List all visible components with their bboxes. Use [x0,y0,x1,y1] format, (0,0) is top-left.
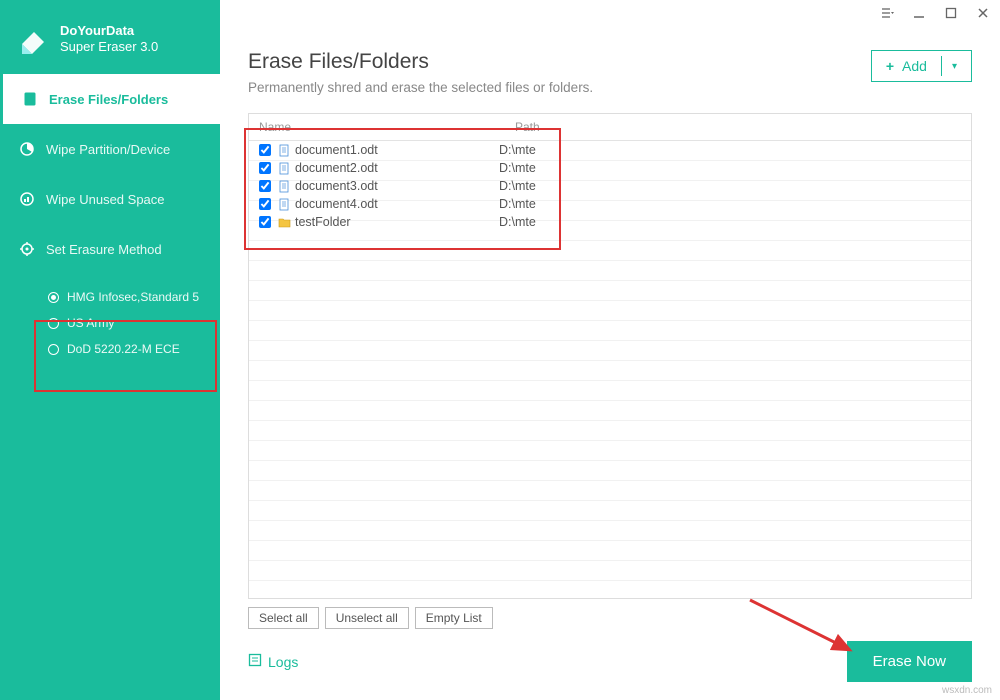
table-row[interactable]: document2.odt D:\mte [249,159,971,177]
page-title: Erase Files/Folders [248,50,593,74]
menu-icon[interactable] [878,4,896,22]
row-name: testFolder [295,213,351,231]
file-icon [21,90,39,108]
brand: DoYourData Super Eraser 3.0 [0,0,220,74]
radio-checked-icon [48,292,59,303]
table-row[interactable]: document3.odt D:\mte [249,177,971,195]
titlebar [220,0,1000,26]
table-row[interactable]: testFolder D:\mte [249,213,971,231]
row-checkbox[interactable] [259,198,271,210]
table-row[interactable]: document1.odt D:\mte [249,141,971,159]
document-icon [277,143,291,157]
sidebar-item-label: Wipe Partition/Device [46,142,170,157]
document-icon [277,197,291,211]
erase-now-button[interactable]: Erase Now [847,641,972,682]
sidebar-item-wipe-unused[interactable]: Wipe Unused Space [0,174,220,224]
logs-icon [248,653,262,670]
row-name: document3.odt [295,177,378,195]
sidebar-item-wipe-partition[interactable]: Wipe Partition/Device [0,124,220,174]
sidebar: DoYourData Super Eraser 3.0 Erase Files/… [0,0,220,700]
divider [941,56,942,76]
table-row[interactable]: document4.odt D:\mte [249,195,971,213]
document-icon [277,161,291,175]
erasure-option-hmg[interactable]: HMG Infosec,Standard 5 [0,284,220,310]
page-subtitle: Permanently shred and erase the selected… [248,80,593,95]
radio-unchecked-icon [48,318,59,329]
erasure-option-dod[interactable]: DoD 5220.22-M ECE [0,336,220,362]
empty-list-button[interactable]: Empty List [415,607,493,629]
column-header-path[interactable]: Path [515,120,961,134]
erasure-option-label: US Army [67,316,114,330]
pie-icon [18,140,36,158]
document-icon [277,179,291,193]
chart-icon [18,190,36,208]
maximize-button[interactable] [942,4,960,22]
erasure-option-usarmy[interactable]: US Army [0,310,220,336]
row-path: D:\mte [499,141,961,159]
row-path: D:\mte [499,159,961,177]
main: Erase Files/Folders Permanently shred an… [220,0,1000,700]
add-button-label: Add [902,58,927,74]
file-table: Name Path document1.odtD:\mtedocument2.o… [248,113,972,599]
row-checkbox[interactable] [259,216,271,228]
erasure-option-label: HMG Infosec,Standard 5 [67,290,199,304]
brand-title: DoYourData [60,23,158,39]
eraser-icon [16,22,50,56]
table-body: document1.odtD:\mtedocument2.odtD:\mtedo… [249,141,971,598]
column-header-name[interactable]: Name [259,120,515,134]
row-path: D:\mte [499,177,961,195]
row-path: D:\mte [499,213,961,231]
sidebar-item-label: Wipe Unused Space [46,192,165,207]
row-checkbox[interactable] [259,180,271,192]
radio-unchecked-icon [48,344,59,355]
close-button[interactable] [974,4,992,22]
unselect-all-button[interactable]: Unselect all [325,607,409,629]
brand-subtitle: Super Eraser 3.0 [60,39,158,55]
row-name: document2.odt [295,159,378,177]
folder-icon [277,215,291,229]
erasure-option-label: DoD 5220.22-M ECE [67,342,180,356]
row-path: D:\mte [499,195,961,213]
logs-label: Logs [268,654,298,670]
row-name: document1.odt [295,141,378,159]
row-name: document4.odt [295,195,378,213]
table-actions: Select all Unselect all Empty List [248,599,972,629]
table-header: Name Path [249,114,971,141]
sidebar-item-erase-files[interactable]: Erase Files/Folders [0,74,220,124]
add-button[interactable]: + Add ▾ [871,50,972,82]
sidebar-item-set-method[interactable]: Set Erasure Method [0,224,220,274]
erasure-method-list: HMG Infosec,Standard 5 US Army DoD 5220.… [0,280,220,372]
minimize-button[interactable] [910,4,928,22]
row-checkbox[interactable] [259,162,271,174]
logs-link[interactable]: Logs [248,653,298,670]
select-all-button[interactable]: Select all [248,607,319,629]
gear-icon [18,240,36,258]
chevron-down-icon[interactable]: ▾ [952,61,957,72]
sidebar-item-label: Erase Files/Folders [49,92,168,107]
row-checkbox[interactable] [259,144,271,156]
plus-icon: + [886,58,894,74]
sidebar-item-label: Set Erasure Method [46,242,162,257]
